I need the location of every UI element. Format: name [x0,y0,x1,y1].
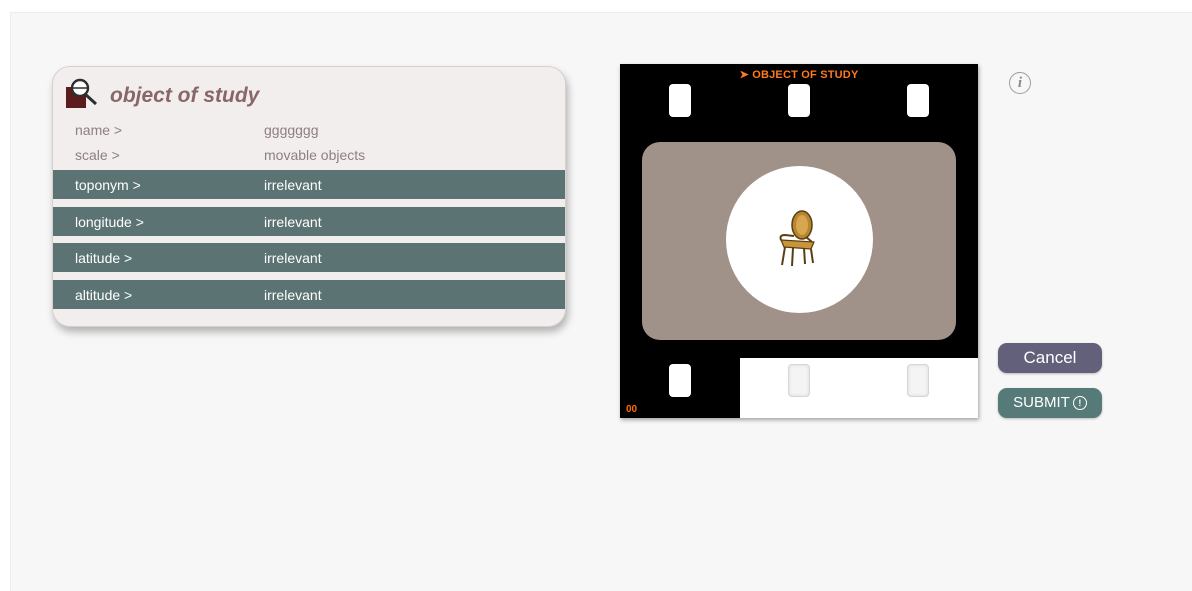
scale-row: scale > movable objects [53,144,565,166]
film-sprocket-hole [907,84,929,117]
info-icon[interactable]: i [1009,72,1031,94]
toponym-label: toponym > [75,177,141,193]
longitude-row[interactable]: longitude > irrelevant [53,207,565,236]
toponym-value: irrelevant [264,177,322,193]
name-value: ggggggg [264,122,319,138]
card-title: object of study [110,84,260,107]
film-sprocket-hole [788,84,810,117]
magnifier-document-icon [66,78,98,108]
film-frame [642,142,956,340]
altitude-label: altitude > [75,287,133,303]
film-strip: ➤ OBJECT OF STUDY 00 [620,64,978,418]
latitude-value: irrelevant [264,250,322,266]
film-title: ➤ OBJECT OF STUDY [739,69,859,81]
latitude-row[interactable]: latitude > irrelevant [53,243,565,272]
film-sprocket-hole [788,364,810,397]
frame-counter: 00 [626,404,638,415]
alert-icon: ! [1072,396,1087,410]
scale-value: movable objects [264,147,366,163]
object-thumbnail[interactable] [726,166,873,313]
submit-label: SUBMIT [1013,394,1070,411]
film-white-patch [740,358,978,418]
submit-button[interactable]: SUBMIT! [998,388,1102,418]
longitude-label: longitude > [75,214,144,230]
film-sprocket-hole [669,84,691,117]
object-of-study-card: object of study name > ggggggg scale > m… [52,66,566,327]
film-sprocket-hole [669,364,691,397]
scale-label: scale > [75,147,120,163]
film-sprocket-hole [907,364,929,397]
longitude-value: irrelevant [264,214,322,230]
chair-icon [779,210,815,267]
name-row: name > ggggggg [53,119,565,141]
latitude-label: latitude > [75,250,133,266]
name-label: name > [75,122,123,138]
toponym-row[interactable]: toponym > irrelevant [53,170,565,199]
altitude-value: irrelevant [264,287,322,303]
cancel-button[interactable]: Cancel [998,343,1102,373]
altitude-row[interactable]: altitude > irrelevant [53,280,565,309]
